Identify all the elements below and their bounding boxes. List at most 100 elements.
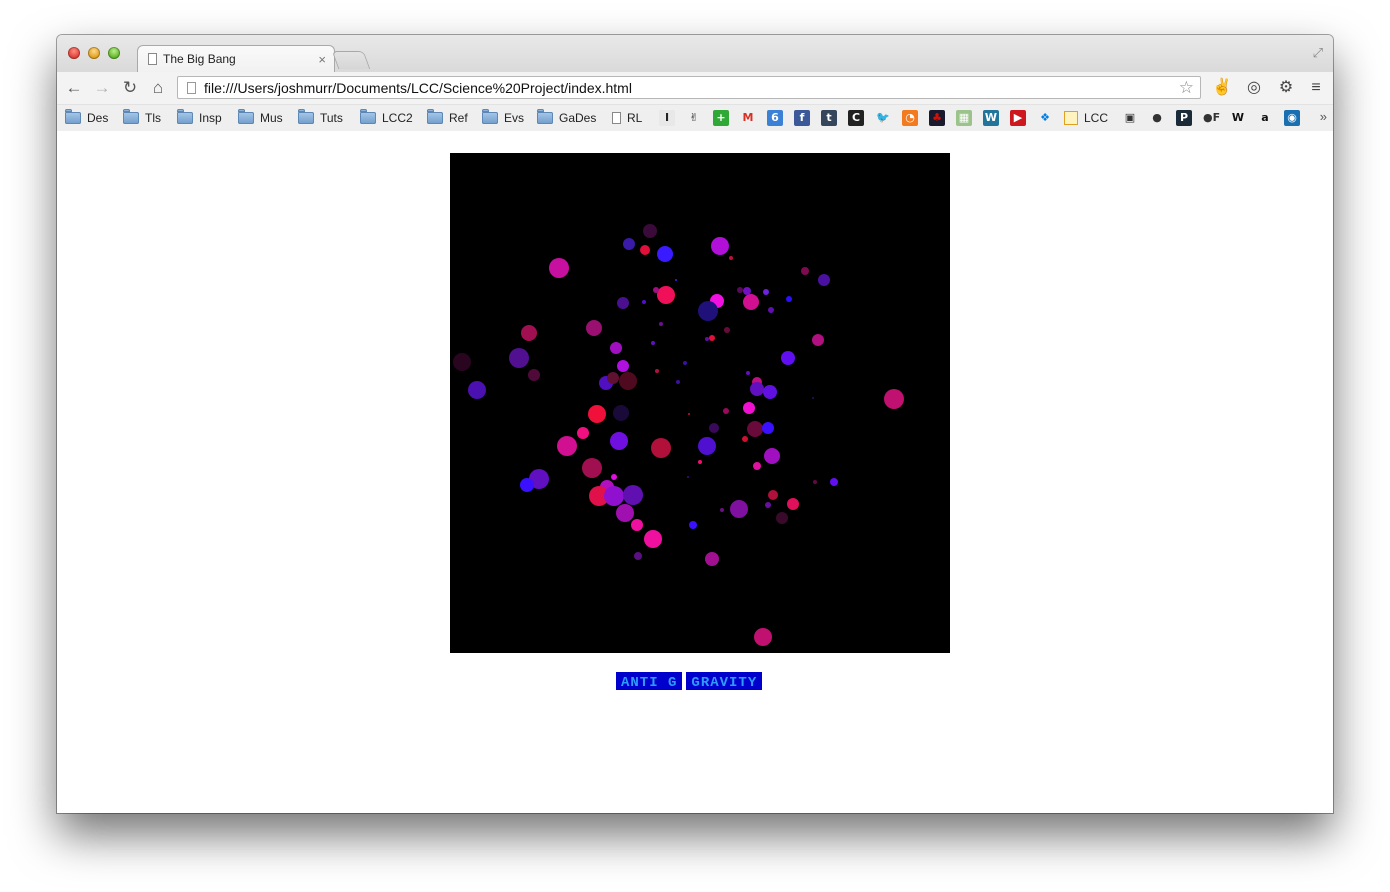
bookmark-folder-mus[interactable]: Mus: [238, 109, 283, 126]
folder-icon: [482, 109, 498, 124]
big-bang-canvas[interactable]: [450, 153, 950, 653]
dropbox-icon[interactable]: ❖: [1037, 110, 1053, 126]
gravity-button[interactable]: GRAVITY: [686, 672, 763, 691]
particle: [634, 552, 642, 560]
particle: [705, 552, 719, 566]
bookmark-folder-evs[interactable]: Evs: [482, 109, 524, 126]
particle: [698, 460, 702, 464]
tab-the-big-bang[interactable]: The Big Bang ×: [137, 45, 335, 72]
bookmark-folder-ref[interactable]: Ref: [427, 109, 468, 126]
folder-icon: [360, 109, 376, 124]
particle: [742, 436, 748, 442]
bookmark-folder-tuts[interactable]: Tuts: [298, 109, 343, 126]
anti-gravity-button[interactable]: ANTI G: [616, 672, 683, 691]
particle: [781, 351, 795, 365]
particle: [586, 320, 602, 336]
c-icon[interactable]: C: [848, 110, 864, 126]
w-icon[interactable]: W: [1230, 110, 1246, 126]
close-window-button[interactable]: [68, 47, 80, 59]
particle: [655, 369, 659, 373]
forward-icon[interactable]: →: [92, 79, 112, 97]
particle: [743, 402, 755, 414]
bookmark-folder-des[interactable]: Des: [65, 109, 108, 126]
folder-icon: [238, 109, 254, 124]
more-bookmarks-icon[interactable]: »: [1320, 109, 1327, 124]
particle: [818, 274, 830, 286]
particle: [709, 423, 719, 433]
new-tab-button[interactable]: [331, 51, 371, 69]
particle: [787, 498, 799, 510]
reload-icon[interactable]: ↻: [120, 79, 140, 97]
lcc-icon: [1064, 111, 1078, 125]
instapaper-icon[interactable]: I: [659, 110, 675, 126]
browser-window: The Big Bang × ⤢ ← → ↻ ⌂ file:///Users/j…: [57, 35, 1333, 813]
particle: [607, 372, 619, 384]
particle: [729, 256, 733, 260]
bookmark-folder-lcc2[interactable]: LCC2: [360, 109, 413, 126]
particle: [786, 296, 792, 302]
bookmark-label: RL: [627, 111, 643, 125]
facebook-icon[interactable]: f: [794, 110, 810, 126]
bookmark-lcc[interactable]: LCC: [1064, 110, 1108, 126]
particle: [642, 300, 646, 304]
particle: [557, 436, 577, 456]
orange-icon[interactable]: ◔: [902, 110, 918, 126]
particle: [776, 512, 788, 524]
particle: [830, 478, 838, 486]
bookmark-label: GaDes: [559, 111, 597, 125]
bookmark-rl[interactable]: RL: [612, 110, 642, 126]
p-icon[interactable]: P: [1176, 110, 1192, 126]
particle: [588, 405, 606, 423]
settings-icon[interactable]: ⚙: [1275, 79, 1297, 97]
circle-extension-icon[interactable]: ◎: [1243, 79, 1265, 97]
bookmark-star-icon[interactable]: ☆: [1179, 78, 1194, 98]
particle: [812, 397, 814, 399]
particle: [768, 490, 778, 500]
menu-icon[interactable]: ≡: [1305, 79, 1327, 97]
calendar-icon[interactable]: 6: [767, 110, 783, 126]
folder-icon: [123, 109, 139, 124]
particle: [813, 480, 817, 484]
particle: [764, 448, 780, 464]
bookmark-folder-tls[interactable]: Tls: [123, 109, 161, 126]
folder-icon: [65, 109, 81, 124]
particle: [746, 371, 750, 375]
twitter-icon[interactable]: 🐦: [875, 110, 891, 126]
tumblr-icon[interactable]: t: [821, 110, 837, 126]
particle: [651, 438, 671, 458]
fullscreen-icon[interactable]: ⤢: [1313, 45, 1323, 61]
particle: [723, 408, 729, 414]
particle: [617, 297, 629, 309]
bookmark-label: LCC: [1084, 111, 1109, 125]
amazon-icon[interactable]: a: [1257, 110, 1273, 126]
peace-extension-icon[interactable]: ✌: [1211, 79, 1233, 97]
back-icon[interactable]: ←: [64, 79, 84, 97]
particle: [509, 348, 529, 368]
of-icon[interactable]: ●F: [1203, 110, 1220, 126]
peace-icon[interactable]: ✌: [686, 110, 702, 126]
particle: [676, 380, 680, 384]
particle: [528, 369, 540, 381]
bookmark-folder-gades[interactable]: GaDes: [537, 109, 597, 126]
url-text[interactable]: file:///Users/joshmurr/Documents/LCC/Sci…: [204, 80, 1179, 96]
youtube-icon[interactable]: ▶: [1010, 110, 1026, 126]
tab-close-icon[interactable]: ×: [318, 52, 326, 67]
github-icon[interactable]: ●: [1149, 110, 1165, 126]
particle: [687, 476, 689, 478]
wordpress-icon[interactable]: W: [983, 110, 999, 126]
maps-icon[interactable]: ▦: [956, 110, 972, 126]
bookmark-label: Tuts: [320, 111, 343, 125]
particle: [724, 327, 730, 333]
gift-icon[interactable]: ▣: [1122, 110, 1138, 126]
minimize-window-button[interactable]: [88, 47, 100, 59]
page-content: ANTI G GRAVITY: [57, 131, 1333, 813]
home-icon[interactable]: ⌂: [148, 79, 168, 97]
globe-icon[interactable]: ◉: [1284, 110, 1300, 126]
bookmark-folder-insp[interactable]: Insp: [177, 109, 222, 126]
zoom-window-button[interactable]: [108, 47, 120, 59]
gmail-icon[interactable]: M: [740, 110, 756, 126]
address-bar[interactable]: file:///Users/joshmurr/Documents/LCC/Sci…: [177, 76, 1201, 99]
lastfm-icon[interactable]: ♣: [929, 110, 945, 126]
particle: [753, 462, 761, 470]
plus-icon[interactable]: +: [713, 110, 729, 126]
